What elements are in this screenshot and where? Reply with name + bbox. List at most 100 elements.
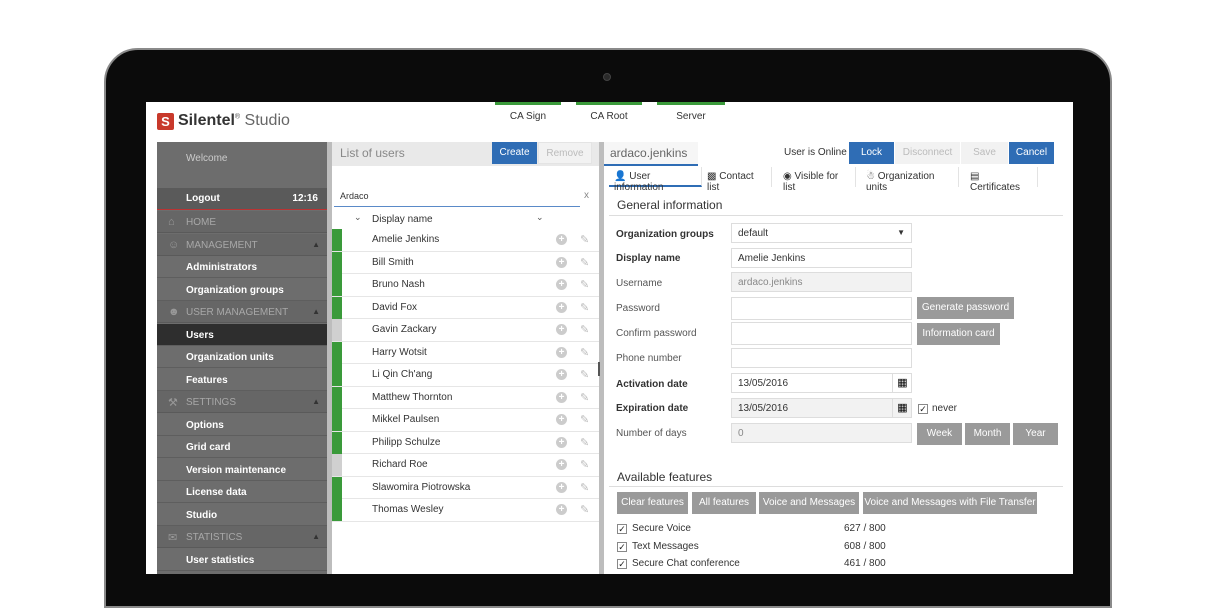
table-row[interactable]: Harry Wotsit + ✎ <box>332 341 599 364</box>
table-row[interactable]: Gavin Zackary + ✎ <box>332 319 599 342</box>
information-card-button[interactable]: Information card <box>917 323 1000 345</box>
all-features-button[interactable]: All features <box>692 492 756 514</box>
table-row[interactable]: Mikkel Paulsen + ✎ <box>332 409 599 432</box>
table-row[interactable]: Bruno Nash + ✎ <box>332 274 599 297</box>
sidebar-item-organization-groups[interactable]: Organization groups <box>157 279 327 301</box>
generate-password-button[interactable]: Generate password <box>917 297 1014 319</box>
tab-contact-list[interactable]: ▩ Contact list <box>702 167 772 193</box>
table-row[interactable]: Li Qin Ch'ang + ✎ <box>332 364 599 387</box>
collapse-arrow-icon[interactable]: ▲ <box>312 307 320 316</box>
password-input[interactable] <box>731 297 912 320</box>
sidebar-item-version-maintenance[interactable]: Version maintenance <box>157 459 327 481</box>
sidebar-section-user-management[interactable]: ☻ USER MANAGEMENT ▲ <box>157 301 327 323</box>
edit-pencil-icon[interactable]: ✎ <box>580 233 589 246</box>
clear-features-button[interactable]: Clear features <box>617 492 688 514</box>
tab-organization-units[interactable]: ☃ Organization units <box>861 167 959 193</box>
edit-pencil-icon[interactable]: ✎ <box>580 256 589 269</box>
add-icon[interactable]: + <box>556 301 567 313</box>
sidebar-section-settings[interactable]: ⚒ SETTINGS ▲ <box>157 391 327 413</box>
sidebar-item-users[interactable]: Users <box>157 323 327 346</box>
edit-pencil-icon[interactable]: ✎ <box>580 323 589 336</box>
table-row[interactable]: David Fox + ✎ <box>332 296 599 319</box>
collapse-arrow-icon[interactable]: ▲ <box>312 532 320 541</box>
add-icon[interactable]: + <box>556 414 567 425</box>
activation-input[interactable]: 13/05/2016 <box>731 373 912 393</box>
edit-pencil-icon[interactable]: ✎ <box>580 413 589 426</box>
edit-pencil-icon[interactable]: ✎ <box>580 278 589 291</box>
never-checkbox[interactable]: ✓ <box>918 404 928 414</box>
sidebar-item-options[interactable]: Options <box>157 414 327 436</box>
add-icon[interactable]: + <box>556 481 567 493</box>
sidebar-section-statistics[interactable]: ✉ STATISTICS ▲ <box>157 526 327 548</box>
collapse-arrow-icon[interactable]: ▲ <box>312 240 320 249</box>
table-row[interactable]: Philipp Schulze + ✎ <box>332 431 599 454</box>
add-icon[interactable]: + <box>556 234 567 245</box>
table-row[interactable]: Matthew Thornton + ✎ <box>332 386 599 409</box>
cancel-button[interactable]: Cancel <box>1009 142 1054 164</box>
add-icon[interactable]: + <box>556 369 567 380</box>
add-icon[interactable]: + <box>556 346 567 358</box>
tab-certificates[interactable]: ▤ Certificates <box>965 167 1038 193</box>
add-icon[interactable]: + <box>556 391 567 403</box>
month-button[interactable]: Month <box>965 423 1010 445</box>
splitter-handle[interactable] <box>598 362 600 376</box>
days-input[interactable]: 0 <box>731 423 912 443</box>
week-button[interactable]: Week <box>917 423 962 445</box>
add-icon[interactable]: + <box>556 459 567 470</box>
edit-pencil-icon[interactable]: ✎ <box>580 436 589 449</box>
edit-pencil-icon[interactable]: ✎ <box>580 481 589 494</box>
column-header[interactable]: ⌄ Display name ⌄ <box>332 210 599 228</box>
sidebar-item-license-data[interactable]: License data <box>157 481 327 503</box>
calendar-icon[interactable]: ▦ <box>892 399 912 418</box>
confirm-password-input[interactable] <box>731 322 912 345</box>
edit-pencil-icon[interactable]: ✎ <box>580 458 589 471</box>
sidebar-item-organization-units[interactable]: Organization units <box>157 346 327 368</box>
feature-checkbox[interactable]: ✓ <box>617 541 627 552</box>
table-row[interactable]: Richard Roe + ✎ <box>332 454 599 477</box>
sidebar-section-home[interactable]: ⌂ HOME <box>157 211 327 233</box>
sidebar-item-grid-card[interactable]: Grid card <box>157 436 327 458</box>
add-icon[interactable]: + <box>556 256 567 268</box>
sidebar-section-management[interactable]: ☺ MANAGEMENT ▲ <box>157 233 327 256</box>
disconnect-button[interactable]: Disconnect <box>895 142 960 164</box>
tab-visible-for-list[interactable]: ◉ Visible for list <box>778 167 856 193</box>
sort-chevron-icon[interactable]: ⌄ <box>536 212 544 223</box>
sidebar-item-administrators[interactable]: Administrators <box>157 256 327 278</box>
feature-checkbox[interactable]: ✓ <box>617 524 627 534</box>
logout-button[interactable]: Logout 12:16 <box>157 188 327 210</box>
add-icon[interactable]: + <box>556 436 567 448</box>
sidebar-item-user-statistics[interactable]: User statistics <box>157 549 327 571</box>
lock-button[interactable]: Lock <box>849 142 894 164</box>
calendar-icon[interactable]: ▦ <box>892 374 912 393</box>
phone-input[interactable] <box>731 348 912 368</box>
table-row[interactable]: Amelie Jenkins + ✎ <box>332 229 599 252</box>
edit-pencil-icon[interactable]: ✎ <box>580 503 589 516</box>
voice-messages-file-button[interactable]: Voice and Messages with File Transfer <box>863 492 1037 514</box>
edit-pencil-icon[interactable]: ✎ <box>580 346 589 359</box>
feature-checkbox[interactable]: ✓ <box>617 559 627 569</box>
table-row[interactable]: Slawomira Piotrowska + ✎ <box>332 476 599 499</box>
sidebar-item-studio[interactable]: Studio <box>157 504 327 526</box>
table-row[interactable]: Bill Smith + ✎ <box>332 251 599 274</box>
collapse-arrow-icon[interactable]: ▲ <box>312 397 320 406</box>
display-name-input[interactable]: Amelie Jenkins <box>731 248 912 268</box>
table-row[interactable]: Thomas Wesley + ✎ <box>332 499 599 522</box>
collapse-chevron-icon[interactable]: ⌄ <box>354 212 362 223</box>
edit-pencil-icon[interactable]: ✎ <box>580 301 589 314</box>
year-button[interactable]: Year <box>1013 423 1058 445</box>
save-button[interactable]: Save <box>961 142 1008 164</box>
create-button[interactable]: Create <box>492 142 537 164</box>
expiration-input[interactable]: 13/05/2016 <box>731 398 912 418</box>
edit-pencil-icon[interactable]: ✎ <box>580 368 589 381</box>
clear-filter-icon[interactable]: x <box>584 190 589 201</box>
sidebar-item-features[interactable]: Features <box>157 369 327 391</box>
edit-pencil-icon[interactable]: ✎ <box>580 391 589 404</box>
add-icon[interactable]: + <box>556 504 567 515</box>
add-icon[interactable]: + <box>556 279 567 290</box>
add-icon[interactable]: + <box>556 324 567 335</box>
filter-input[interactable]: Ardaco <box>334 187 580 207</box>
org-groups-select[interactable]: default ▼ <box>731 223 912 243</box>
voice-messages-button[interactable]: Voice and Messages <box>759 492 859 514</box>
tab-user-information[interactable]: 👤 User information <box>609 167 702 193</box>
remove-button[interactable]: Remove <box>538 142 592 164</box>
